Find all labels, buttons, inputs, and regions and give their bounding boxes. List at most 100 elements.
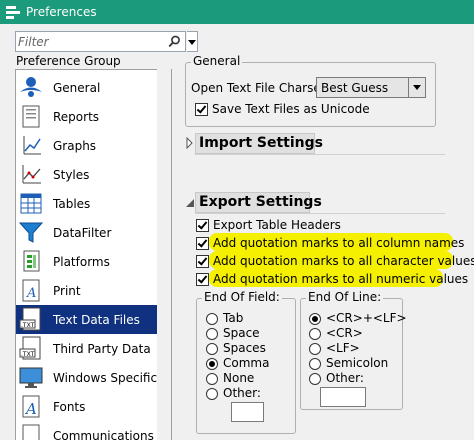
eof-radio-none[interactable] — [206, 373, 218, 385]
svg-text:A: A — [26, 286, 36, 301]
text-file-icon: .TXT — [16, 305, 46, 334]
chevron-down-icon — [188, 40, 196, 45]
eol-radio-cr[interactable] — [309, 328, 321, 340]
quote-numeric-values-checkbox[interactable] — [196, 273, 209, 286]
eol-other-field[interactable] — [321, 388, 365, 406]
group-item-label: Reports — [53, 109, 100, 124]
eol-radio-crlf[interactable] — [309, 313, 321, 325]
group-item-datafilter[interactable]: DataFilter — [16, 218, 171, 247]
eol-radio-other[interactable] — [309, 373, 321, 385]
group-item-label: Tables — [53, 196, 91, 211]
eof-option-label: Comma — [223, 356, 270, 370]
general-legend: General — [191, 54, 243, 68]
group-item-fonts[interactable]: A Fonts — [16, 392, 171, 421]
group-item-general[interactable]: General — [16, 73, 171, 102]
fonts-icon: A — [16, 392, 46, 421]
group-item-label: Fonts — [53, 399, 86, 414]
checkmark-icon — [197, 219, 208, 230]
import-settings-title: Import Settings — [199, 135, 323, 151]
eof-radio-space[interactable] — [206, 328, 218, 340]
group-item-label: Graphs — [53, 138, 97, 153]
group-item-label: DataFilter — [53, 225, 112, 240]
tables-icon — [16, 189, 46, 218]
print-icon: A — [16, 276, 46, 305]
eol-radio-lf[interactable] — [309, 343, 321, 355]
group-item-windows-specific[interactable]: Windows Specific — [16, 363, 171, 392]
communications-icon — [16, 421, 46, 440]
export-option-label: Add quotation marks to all numeric value… — [213, 272, 469, 286]
group-item-reports[interactable]: Reports — [16, 102, 171, 131]
end-of-line-legend: End Of Line: — [306, 290, 384, 304]
eof-radio-comma[interactable] — [206, 358, 218, 370]
filter-input[interactable] — [18, 33, 168, 50]
svg-text:A: A — [24, 400, 37, 418]
general-icon — [16, 73, 46, 102]
end-of-field-legend: End Of Field: — [202, 290, 282, 304]
graphs-icon — [16, 131, 46, 160]
eof-option-label: Other: — [223, 386, 261, 400]
group-item-tables[interactable]: Tables — [16, 189, 171, 218]
group-item-label: Windows Specific — [53, 370, 158, 385]
eof-option-label: None — [223, 371, 255, 385]
eof-other-input[interactable] — [231, 402, 264, 422]
eof-option-label: Space — [223, 326, 260, 340]
search-icon[interactable] — [168, 35, 181, 48]
svg-text:.TXT: .TXT — [21, 351, 35, 358]
charset-dropdown-button[interactable] — [408, 78, 425, 97]
styles-icon — [16, 160, 46, 189]
group-item-styles[interactable]: Styles — [16, 160, 171, 189]
eol-option-label: Other: — [326, 371, 364, 385]
eol-option-label: Semicolon — [326, 356, 389, 370]
quote-column-names-checkbox[interactable] — [196, 237, 209, 250]
platforms-icon — [16, 247, 46, 276]
preference-group-list[interactable]: General Reports Graphs Styles Tables Dat… — [15, 69, 172, 440]
group-item-label: Third Party Data — [53, 341, 151, 356]
group-list-scrollbar[interactable] — [157, 69, 172, 440]
import-settings-divider — [195, 154, 445, 155]
group-item-graphs[interactable]: Graphs — [16, 131, 171, 160]
charset-value: Best Guess — [321, 81, 389, 95]
eol-option-label: <CR>+<LF> — [326, 311, 407, 325]
eof-radio-spaces[interactable] — [206, 343, 218, 355]
checkmark-icon — [197, 237, 208, 248]
save-unicode-label: Save Text Files as Unicode — [212, 102, 370, 116]
eof-radio-other[interactable] — [206, 388, 218, 400]
eof-other-field[interactable] — [232, 403, 263, 421]
expand-arrow-icon[interactable] — [186, 137, 194, 149]
funnel-icon — [16, 218, 46, 247]
group-item-print[interactable]: A Print — [16, 276, 171, 305]
group-item-text-data-files[interactable]: .TXT Text Data Files — [16, 305, 171, 334]
app-icon — [5, 4, 21, 20]
group-item-platforms[interactable]: Platforms — [16, 247, 171, 276]
charset-select[interactable]: Best Guess — [316, 77, 426, 98]
export-table-headers-checkbox[interactable] — [196, 219, 209, 232]
save-unicode-checkbox[interactable] — [195, 103, 208, 116]
monitor-icon — [16, 363, 46, 392]
export-settings-header[interactable]: Export Settings — [195, 192, 322, 213]
radio-selected-dot — [209, 361, 215, 367]
collapse-arrow-icon[interactable] — [185, 198, 195, 208]
group-item-label: Styles — [53, 167, 90, 182]
title-bar: Preferences — [0, 0, 474, 24]
chevron-down-icon — [413, 85, 421, 90]
eof-radio-tab[interactable] — [206, 313, 218, 325]
group-item-communications[interactable]: Communications — [16, 421, 171, 440]
preference-group-label: Preference Group — [16, 54, 121, 68]
export-option-label: Add quotation marks to all column names — [213, 236, 465, 250]
group-item-label: Platforms — [53, 254, 110, 269]
group-item-label: General — [53, 80, 101, 95]
reports-icon — [16, 102, 46, 131]
import-settings-header[interactable]: Import Settings — [195, 133, 323, 154]
export-option-label: Export Table Headers — [213, 218, 341, 232]
svg-text:.TXT: .TXT — [21, 322, 35, 329]
export-settings-title: Export Settings — [199, 194, 322, 210]
export-settings-divider — [195, 213, 445, 214]
filter-box[interactable] — [15, 31, 186, 52]
quote-character-values-checkbox[interactable] — [196, 255, 209, 268]
group-item-third-party-data[interactable]: .TXT Third Party Data — [16, 334, 171, 363]
eol-option-label: <CR> — [326, 326, 363, 340]
filter-dropdown-button[interactable] — [187, 31, 198, 52]
eol-other-input[interactable] — [320, 387, 366, 407]
eol-radio-semicolon[interactable] — [309, 358, 321, 370]
group-item-label: Text Data Files — [53, 312, 140, 327]
